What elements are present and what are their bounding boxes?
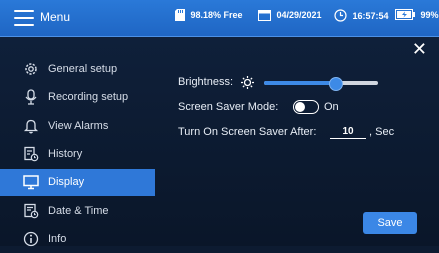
calendar-clock-icon: [24, 203, 39, 219]
sidebar-item-label: View Alarms: [48, 120, 109, 132]
screen-saver-toggle[interactable]: [293, 100, 319, 114]
brightness-label: Brightness:: [178, 76, 234, 88]
save-button[interactable]: Save: [363, 212, 417, 234]
battery-charging-icon: [395, 9, 415, 21]
sidebar-item-label: General setup: [48, 63, 118, 75]
sidebar-item-info[interactable]: Info: [0, 226, 155, 253]
storage-indicator: 98.18% Free: [175, 9, 243, 21]
screen-saver-delay-input[interactable]: [330, 124, 366, 139]
screen-saver-label: Screen Saver Mode:: [178, 101, 279, 113]
screen-saver-delay-row: Turn On Screen Saver After: , Sec: [178, 124, 394, 139]
sidebar-item-general-setup[interactable]: General setup: [0, 56, 155, 83]
time-indicator: 16:57:54: [334, 9, 389, 22]
gear-icon: [25, 63, 37, 75]
screen-saver-state: On: [324, 101, 339, 113]
sidebar-item-label: Recording setup: [48, 91, 129, 103]
hamburger-icon: [14, 10, 34, 26]
menu-button[interactable]: Menu: [8, 7, 98, 29]
bell-icon: [23, 119, 39, 134]
sidebar-item-label: Date & Time: [48, 205, 109, 217]
sidebar-item-view-alarms[interactable]: View Alarms: [0, 113, 155, 140]
sidebar-item-label: Info: [48, 233, 67, 245]
battery-indicator: 99%: [395, 9, 439, 21]
time-text: 16:57:54: [352, 10, 389, 21]
sun-icon: [241, 76, 254, 89]
close-button[interactable]: ✕: [412, 40, 427, 58]
clock-icon: [334, 9, 347, 22]
sidebar-item-label: Display: [48, 176, 85, 188]
microphone-icon: [25, 89, 37, 105]
sidebar-item-recording-setup[interactable]: Recording setup: [0, 84, 155, 111]
battery-text: 99%: [420, 9, 439, 20]
delay-unit: , Sec: [369, 126, 395, 138]
sidebar-item-display[interactable]: Display: [0, 169, 155, 196]
settings-sidebar: General setup Recording setup View Alarm…: [0, 56, 155, 247]
sd-card-icon: [175, 9, 185, 21]
toggle-thumb: [295, 102, 305, 112]
calendar-icon: [258, 10, 271, 21]
screen-saver-delay-label: Turn On Screen Saver After:: [178, 126, 317, 138]
sidebar-item-history[interactable]: History: [0, 141, 155, 168]
screen-saver-row: Screen Saver Mode: On: [178, 100, 339, 114]
monitor-icon: [23, 175, 39, 190]
menu-label: Menu: [40, 10, 71, 24]
date-indicator: 04/29/2021: [258, 9, 322, 21]
storage-text: 98.18% Free: [190, 10, 243, 20]
history-icon: [24, 146, 39, 162]
info-icon: [23, 231, 39, 247]
sidebar-item-date-time[interactable]: Date & Time: [0, 198, 155, 225]
date-text: 04/29/2021: [276, 10, 322, 20]
status-bar: Menu 98.18% Free 04/29/2021 16:57:54 99%: [0, 0, 439, 37]
brightness-slider-handle[interactable]: [328, 77, 343, 91]
brightness-slider[interactable]: [264, 77, 378, 91]
brightness-slider-fill: [264, 81, 335, 85]
brightness-row: Brightness:: [178, 76, 378, 91]
sidebar-item-label: History: [48, 148, 83, 160]
